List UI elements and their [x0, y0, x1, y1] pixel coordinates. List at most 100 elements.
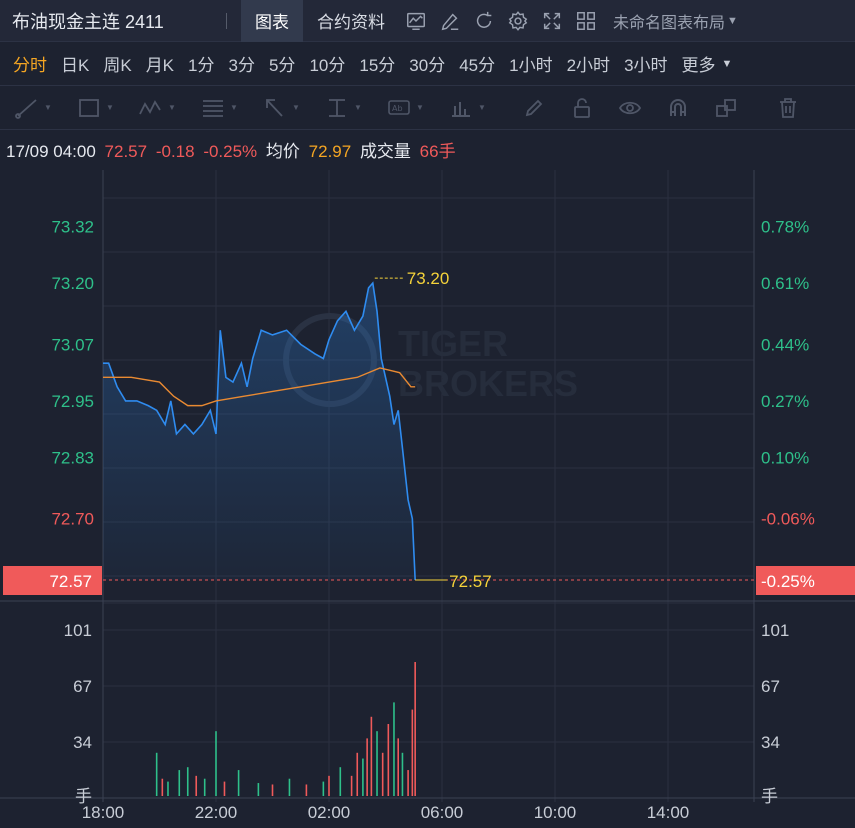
caret-icon: ▼ [44, 103, 52, 112]
measure-tool[interactable]: ▼ [324, 86, 386, 130]
info-change: -0.18 [155, 142, 195, 161]
tab-chart[interactable]: 图表 [241, 0, 303, 42]
period-tab[interactable]: 1小时 [502, 42, 559, 86]
period-tab[interactable]: 15分 [352, 42, 402, 86]
indicator-icon[interactable] [399, 0, 433, 42]
caret-icon: ▼ [168, 103, 176, 112]
period-tab[interactable]: 周K [96, 42, 138, 86]
last-price-label: 72.57 [449, 572, 492, 591]
period-label: 1分 [188, 56, 215, 75]
title-bar: 布油现金主连 2411 图表 合约资料 未命名图表布局 ▼ [0, 0, 855, 42]
caret-icon: ▼ [292, 103, 300, 112]
time-tick-label: 14:00 [647, 803, 690, 822]
trend-line-tool[interactable]: ▼ [14, 86, 76, 130]
period-label: 1小时 [509, 56, 553, 75]
chart-app: 布油现金主连 2411 图表 合约资料 未命名图表布局 ▼ 分时 日K 周K 月K 1分… [0, 0, 855, 828]
period-label: 更多 [681, 56, 716, 75]
svg-text:Ab: Ab [392, 104, 403, 113]
caret-down-icon: ▼ [727, 14, 738, 27]
period-label: 5分 [268, 56, 296, 75]
pct-tick-label: 0.61% [761, 274, 809, 293]
period-label: 10分 [309, 56, 346, 75]
info-avg-value: 72.97 [308, 142, 352, 161]
pattern-icon [139, 99, 161, 114]
divider [226, 12, 227, 29]
draw-icon[interactable] [433, 0, 467, 42]
text-tool[interactable]: Ab ▼ [386, 86, 448, 130]
caret-icon: ▼ [106, 103, 114, 112]
period-tab[interactable]: 5分 [262, 42, 302, 86]
pct-tick-label: 0.44% [761, 335, 809, 354]
price-tick-label: 73.07 [51, 335, 94, 354]
tab-contract-info[interactable]: 合约资料 [303, 0, 399, 42]
caret-icon: ▼ [230, 103, 238, 112]
period-tab[interactable]: 2小时 [560, 42, 617, 86]
time-tick-label: 06:00 [421, 803, 464, 822]
info-change-pct: -0.25% [203, 142, 258, 161]
time-tick-label: 02:00 [308, 803, 351, 822]
info-avg-label: 均价 [265, 142, 300, 161]
period-tab[interactable]: 更多 ▼ [675, 42, 740, 86]
info-price: 72.57 [104, 142, 148, 161]
price-tick-label: 72.95 [51, 392, 94, 411]
caret-icon: ▼ [354, 103, 362, 112]
period-bar: 分时 日K 周K 月K 1分 3分 5分 10分 15分 30分 45分 1小时 2小时 3小时 更多 ▼ [0, 42, 855, 86]
trash-icon[interactable] [764, 86, 812, 130]
period-tab[interactable]: 10分 [302, 42, 352, 86]
pct-tick-label: -0.06% [761, 510, 815, 529]
current-price-badge-label: 72.57 [49, 572, 92, 591]
period-label: 30分 [409, 56, 446, 75]
layout-name: 未命名图表布局 [613, 14, 726, 32]
refresh-icon[interactable] [467, 0, 501, 42]
volume-tick-label: 34 [73, 733, 92, 752]
clone-icon[interactable] [702, 86, 750, 130]
time-tick-label: 10:00 [534, 803, 577, 822]
period-tab[interactable]: 月K [139, 42, 181, 86]
magnet-icon[interactable] [654, 86, 702, 130]
rectangle-tool[interactable]: ▼ [76, 86, 138, 130]
volume-profile-tool[interactable]: ▼ [448, 86, 510, 130]
watermark-text: BROKERS [398, 363, 578, 404]
period-label: 3小时 [624, 56, 668, 75]
layout-grid-icon[interactable] [569, 0, 603, 42]
pen-icon[interactable] [510, 86, 558, 130]
caret-down-icon: ▼ [721, 57, 733, 70]
period-tab[interactable]: 日K [54, 42, 96, 86]
info-datetime: 17/09 04:00 [6, 142, 96, 161]
pct-tick-label: 0.78% [761, 218, 809, 237]
price-tick-label: 73.32 [51, 218, 94, 237]
volume-tick-label: 101 [64, 621, 92, 640]
quote-info-line: 17/09 04:00 72.57 -0.18 -0.25% 均价 72.97 … [6, 137, 460, 162]
text-icon: Ab [388, 99, 410, 115]
pct-tick-label: 0.10% [761, 448, 809, 467]
fullscreen-icon[interactable] [535, 0, 569, 42]
price-tick-label: 72.70 [51, 510, 94, 529]
measure-icon [329, 98, 345, 117]
period-tab[interactable]: 30分 [402, 42, 452, 86]
period-tab[interactable]: 3小时 [617, 42, 674, 86]
arrow-icon [266, 98, 283, 117]
caret-icon: ▼ [416, 103, 424, 112]
pattern-tool[interactable]: ▼ [138, 86, 200, 130]
trend-line-icon [15, 98, 37, 119]
eye-icon[interactable] [606, 86, 654, 130]
settings-icon[interactable] [501, 0, 535, 42]
intraday-chart[interactable]: TIGERBROKERS 73.20 72.57 73.32 73.20 73.07 72.… [0, 170, 855, 828]
arrow-tool[interactable]: ▼ [262, 86, 324, 130]
fib-tool[interactable]: ▼ [200, 86, 262, 130]
period-tab[interactable]: 3分 [222, 42, 262, 86]
layout-selector[interactable]: 未命名图表布局 ▼ [613, 9, 738, 33]
period-label: 3分 [228, 56, 255, 75]
symbol-title[interactable]: 布油现金主连 2411 [0, 8, 226, 34]
period-label: 分时 [13, 56, 47, 75]
period-tab[interactable]: 分时 [6, 42, 54, 86]
period-label: 日K [61, 56, 90, 75]
watermark-text: TIGER [398, 323, 508, 364]
period-label: 月K [145, 56, 175, 75]
period-tab[interactable]: 1分 [181, 42, 221, 86]
lock-icon[interactable] [558, 86, 606, 130]
period-tab[interactable]: 45分 [452, 42, 502, 86]
period-label: 15分 [359, 56, 396, 75]
period-label: 45分 [459, 56, 496, 75]
volume-unit-label: 手 [761, 787, 778, 806]
